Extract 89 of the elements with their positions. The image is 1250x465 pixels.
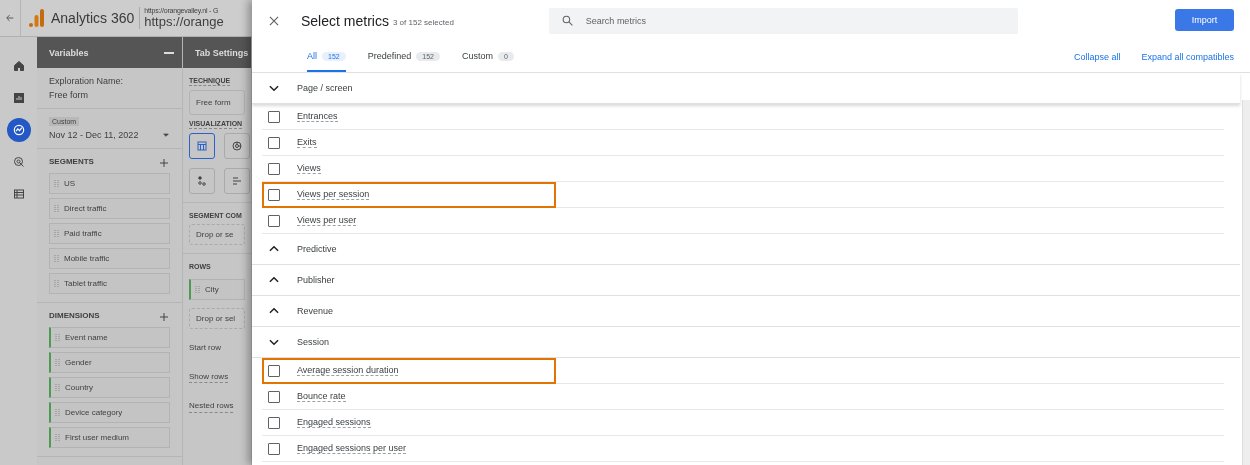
dialog-title: Select metrics bbox=[301, 13, 389, 29]
metric-name: Entrances bbox=[297, 111, 338, 122]
drop-zone[interactable]: Drop or sel bbox=[189, 308, 245, 330]
visualization-button[interactable] bbox=[224, 133, 250, 160]
metric-name: Exits bbox=[297, 137, 317, 148]
tab-settings-header: Tab Settings bbox=[183, 37, 251, 68]
exploration-label: Exploration Name: bbox=[49, 76, 125, 86]
metric-name: Views bbox=[297, 163, 321, 174]
metric-group-row[interactable]: Publisher bbox=[252, 265, 1240, 296]
checkbox[interactable] bbox=[268, 110, 280, 123]
segment-chip[interactable]: Tablet traffic bbox=[49, 273, 170, 294]
action-link[interactable]: Expand all compatibles bbox=[1141, 52, 1234, 62]
checkbox[interactable] bbox=[268, 390, 280, 403]
checkbox[interactable] bbox=[268, 364, 280, 377]
plus-icon bbox=[158, 157, 170, 169]
metric-group-row[interactable]: Predictive bbox=[252, 234, 1240, 265]
action-link[interactable]: Collapse all bbox=[1073, 52, 1121, 62]
start-row-label: Start row bbox=[189, 343, 221, 354]
bar-chart-icon bbox=[231, 175, 243, 188]
drag-handle-icon bbox=[54, 253, 59, 264]
visualization-button[interactable] bbox=[189, 168, 215, 195]
dimensions-heading: DIMENSIONS bbox=[49, 311, 100, 322]
drag-handle-icon bbox=[55, 407, 60, 418]
metric-name: Bounce rate bbox=[297, 391, 346, 402]
metric-name: Views per session bbox=[297, 189, 370, 200]
search-field[interactable]: Search metrics bbox=[548, 8, 1018, 34]
show-rows-label: Show rows bbox=[189, 371, 229, 384]
metric-name: Engaged sessions bbox=[297, 417, 371, 428]
donut-chart-icon bbox=[231, 140, 243, 153]
exploration-name: Free form bbox=[49, 90, 89, 100]
drag-handle-icon bbox=[54, 228, 59, 239]
dimension-chip[interactable]: Event name bbox=[49, 327, 170, 348]
drag-handle-icon bbox=[54, 203, 59, 214]
product-name: Analytics 360 bbox=[51, 10, 135, 26]
minimize-icon bbox=[164, 51, 174, 54]
segment-chip[interactable]: Direct traffic bbox=[49, 198, 170, 219]
property-url[interactable]: https://orange bbox=[144, 14, 224, 29]
explore-icon bbox=[11, 123, 26, 137]
close-icon bbox=[267, 14, 281, 28]
segments-heading: SEGMENTS bbox=[49, 157, 94, 168]
checkbox[interactable] bbox=[268, 136, 280, 149]
drag-handle-icon bbox=[55, 332, 60, 343]
nav-button[interactable] bbox=[6, 118, 31, 142]
back-arrow-icon bbox=[5, 13, 15, 23]
dimension-chip[interactable]: Gender bbox=[49, 352, 170, 373]
technique-dropdown[interactable]: Free form bbox=[189, 90, 245, 116]
nested-rows-label: Nested rows bbox=[189, 401, 234, 413]
checkbox[interactable] bbox=[268, 188, 280, 201]
metric-group-row[interactable]: Session bbox=[252, 327, 1240, 358]
drag-handle-icon bbox=[195, 284, 200, 295]
import-button[interactable]: Import bbox=[1175, 9, 1234, 31]
dimension-chip[interactable]: Device category bbox=[49, 402, 170, 423]
metric-group-row[interactable]: Revenue bbox=[252, 296, 1240, 327]
bar-chart-icon bbox=[12, 92, 25, 104]
date-range[interactable]: Nov 12 - Dec 11, 2022 bbox=[49, 130, 139, 140]
dropdown-caret-icon bbox=[162, 131, 170, 139]
scrollbar[interactable] bbox=[1242, 100, 1250, 465]
checkbox[interactable] bbox=[268, 442, 280, 455]
list-icon bbox=[12, 188, 25, 200]
table-icon bbox=[196, 140, 208, 153]
checkbox[interactable] bbox=[268, 416, 280, 429]
drag-handle-icon bbox=[55, 382, 60, 393]
row-chip[interactable]: City bbox=[189, 279, 245, 301]
dimension-chip[interactable]: First user medium bbox=[49, 427, 170, 448]
drag-handle-icon bbox=[55, 432, 60, 443]
drag-handle-icon bbox=[54, 178, 59, 189]
metric-name: Engaged sessions per user bbox=[297, 443, 407, 454]
metric-name: Average session duration bbox=[297, 365, 399, 376]
plus-icon bbox=[158, 311, 170, 323]
target-cursor-icon bbox=[12, 156, 25, 168]
segment-chip[interactable]: US bbox=[49, 173, 170, 194]
close-button[interactable] bbox=[267, 14, 281, 28]
segment-chip[interactable]: Mobile traffic bbox=[49, 248, 170, 269]
home-icon bbox=[12, 60, 25, 72]
dimension-chip[interactable]: Country bbox=[49, 377, 170, 398]
metric-group-row[interactable]: Page / screen bbox=[252, 73, 1240, 104]
analytics-logo bbox=[29, 9, 45, 27]
selection-count: 3 of 152 selected bbox=[392, 18, 454, 27]
variables-header: Variables bbox=[37, 37, 182, 68]
segment-chip[interactable]: Paid traffic bbox=[49, 223, 170, 244]
drag-handle-icon bbox=[54, 278, 59, 289]
metric-name: Views per user bbox=[297, 215, 357, 226]
scatter-icon bbox=[196, 175, 208, 188]
visualization-button[interactable] bbox=[189, 133, 215, 160]
search-icon bbox=[560, 14, 574, 27]
checkbox[interactable] bbox=[268, 162, 280, 175]
checkbox[interactable] bbox=[268, 214, 280, 227]
drag-handle-icon bbox=[55, 357, 60, 368]
drop-zone[interactable]: Drop or se bbox=[189, 224, 245, 246]
